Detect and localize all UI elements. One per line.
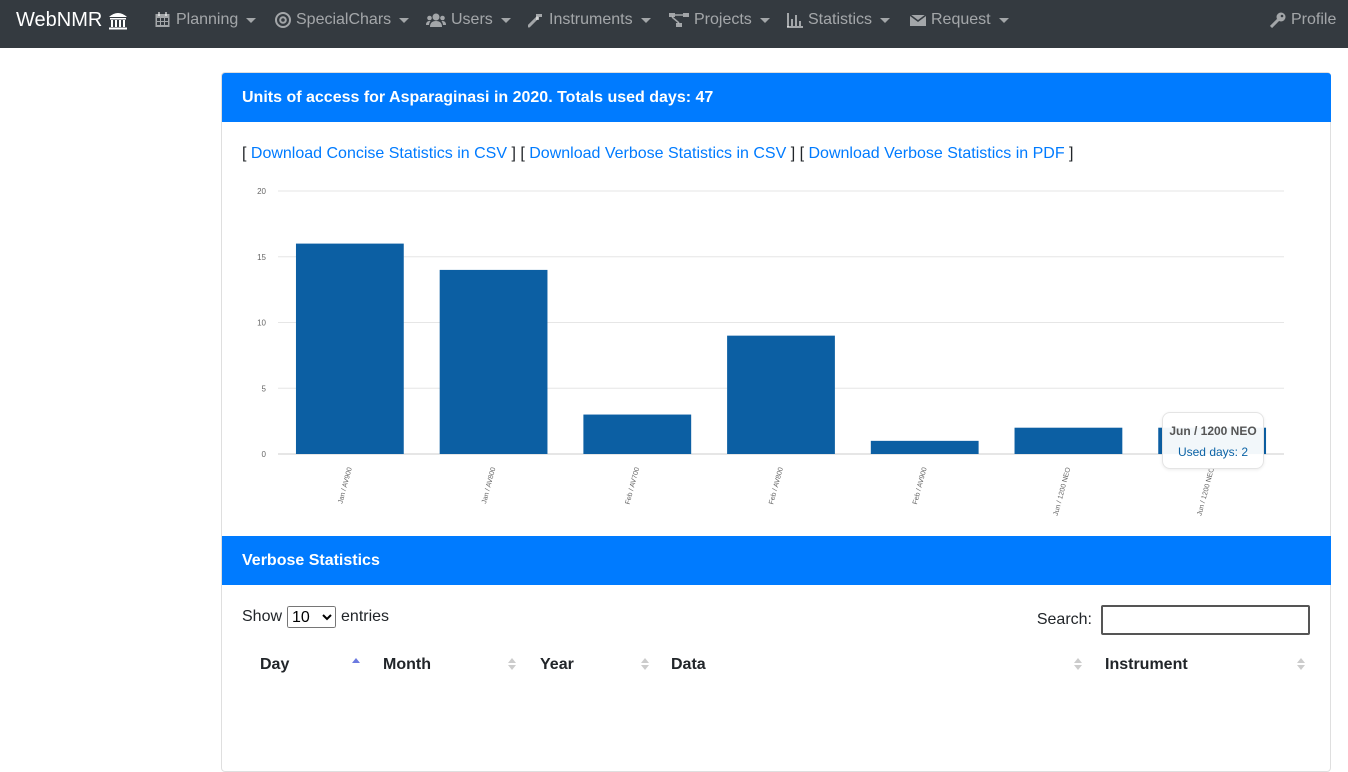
column-header-month[interactable]: Month — [383, 656, 431, 676]
search-label: Search: — [1036, 611, 1092, 628]
nav-planning-label: Planning — [176, 11, 239, 28]
nav-statistics[interactable]: Statistics — [787, 8, 891, 32]
sort-both-icon — [1297, 658, 1305, 670]
y-tick-label: 5 — [262, 384, 267, 393]
x-tick-label: Jan / AV900 — [337, 467, 353, 505]
bar — [1014, 427, 1123, 454]
x-tick-label: Feb / AV700 — [625, 467, 642, 506]
column-header-instrument[interactable]: Instrument — [1105, 656, 1188, 676]
statistics-card: Units of access for Asparaginasi in 2020… — [221, 72, 1331, 772]
nav-projects-label: Projects — [694, 11, 752, 28]
brand[interactable]: WebNMR — [16, 8, 129, 32]
nav-profile[interactable]: Profile — [1270, 8, 1336, 32]
download-concise-csv-link[interactable]: Download Concise Statistics in CSV — [251, 145, 507, 162]
column-header-day[interactable]: Day — [260, 656, 289, 676]
chart-tooltip: Jun / 1200 NEO Used days: 2 — [1162, 412, 1264, 469]
bar — [295, 243, 404, 454]
column-header-year[interactable]: Year — [540, 656, 574, 676]
y-tick-label: 0 — [262, 450, 267, 459]
at-icon — [275, 12, 291, 28]
key-icon — [1270, 12, 1286, 28]
verbose-statistics-header: Verbose Statistics — [222, 536, 1331, 585]
calendar-icon — [155, 12, 171, 28]
bar — [727, 335, 835, 454]
y-tick-label: 10 — [257, 319, 266, 328]
search-input[interactable] — [1101, 605, 1310, 635]
nav-users-label: Users — [451, 11, 493, 28]
nav-projects[interactable]: Projects — [669, 8, 770, 32]
temple-logo-icon — [109, 13, 128, 30]
download-verbose-csv-link[interactable]: Download Verbose Statistics in CSV — [529, 145, 786, 162]
nav-profile-label: Profile — [1291, 11, 1337, 28]
brand-label: WebNMR — [16, 9, 103, 31]
nav-planning[interactable]: Planning — [155, 8, 257, 32]
chevron-down-icon — [399, 17, 410, 23]
nav-instruments-label: Instruments — [549, 11, 633, 28]
nav-request[interactable]: Request — [910, 8, 1009, 32]
card-header: Units of access for Asparaginasi in 2020… — [222, 73, 1331, 122]
nav-request-label: Request — [931, 11, 991, 28]
nav-instruments[interactable]: Instruments — [528, 8, 651, 32]
wrench-icon — [528, 12, 544, 28]
nav-specialchars[interactable]: SpecialChars — [275, 8, 410, 32]
chevron-down-icon — [759, 17, 770, 23]
table-search: Search: — [1037, 605, 1310, 635]
show-label: Show — [242, 608, 283, 625]
bar-chart-svg: 0 5 10 15 20 Jan / AV900 Jan / AV800 Feb / AV70… — [257, 187, 1284, 517]
chevron-down-icon — [640, 17, 651, 23]
tooltip-value: Used days: 2 — [1177, 445, 1249, 459]
bar-chart-icon — [787, 12, 803, 28]
envelope-icon — [910, 12, 926, 28]
sort-both-icon — [641, 658, 649, 670]
download-links: [ Download Concise Statistics in CSV ] [… — [242, 145, 1074, 162]
bar — [870, 440, 979, 454]
chevron-down-icon — [998, 17, 1009, 23]
download-verbose-pdf-link[interactable]: Download Verbose Statistics in PDF — [808, 145, 1064, 162]
page-size-select[interactable]: 10 — [287, 606, 337, 628]
y-tick-label: 20 — [257, 187, 266, 196]
nav-specialchars-label: SpecialChars — [296, 11, 392, 28]
y-tick-label: 15 — [257, 253, 266, 262]
sort-both-icon — [1074, 658, 1082, 670]
x-tick-label: Jan / AV800 — [481, 467, 497, 505]
x-tick-label: Jun / 1200 NEO — [1196, 466, 1216, 516]
bar — [583, 414, 692, 454]
x-tick-label: Feb / AV800 — [768, 467, 785, 506]
sort-asc-icon — [352, 658, 360, 663]
nav-users[interactable]: Users — [426, 8, 511, 32]
sort-both-icon — [508, 658, 516, 670]
page-size-control: Show 10 entries — [242, 606, 389, 628]
sitemap-icon — [669, 12, 689, 28]
column-header-data[interactable]: Data — [671, 656, 706, 676]
entries-label: entries — [341, 608, 390, 625]
navbar: WebNMR Planning SpecialChars Users Instr… — [0, 0, 1348, 48]
nav-statistics-label: Statistics — [808, 11, 873, 28]
chevron-down-icon — [500, 17, 511, 23]
users-icon — [426, 12, 446, 28]
bar — [439, 269, 548, 454]
chevron-down-icon — [246, 17, 257, 23]
x-tick-label: Feb / AV900 — [912, 467, 929, 506]
bar-chart: 0 5 10 15 20 Jan / AV900 Jan / AV800 Feb / AV70… — [222, 173, 1330, 523]
x-tick-label: Jun / 1200 NEO — [1053, 466, 1073, 516]
chevron-down-icon — [880, 17, 891, 23]
tooltip-title: Jun / 1200 NEO — [1169, 424, 1257, 438]
